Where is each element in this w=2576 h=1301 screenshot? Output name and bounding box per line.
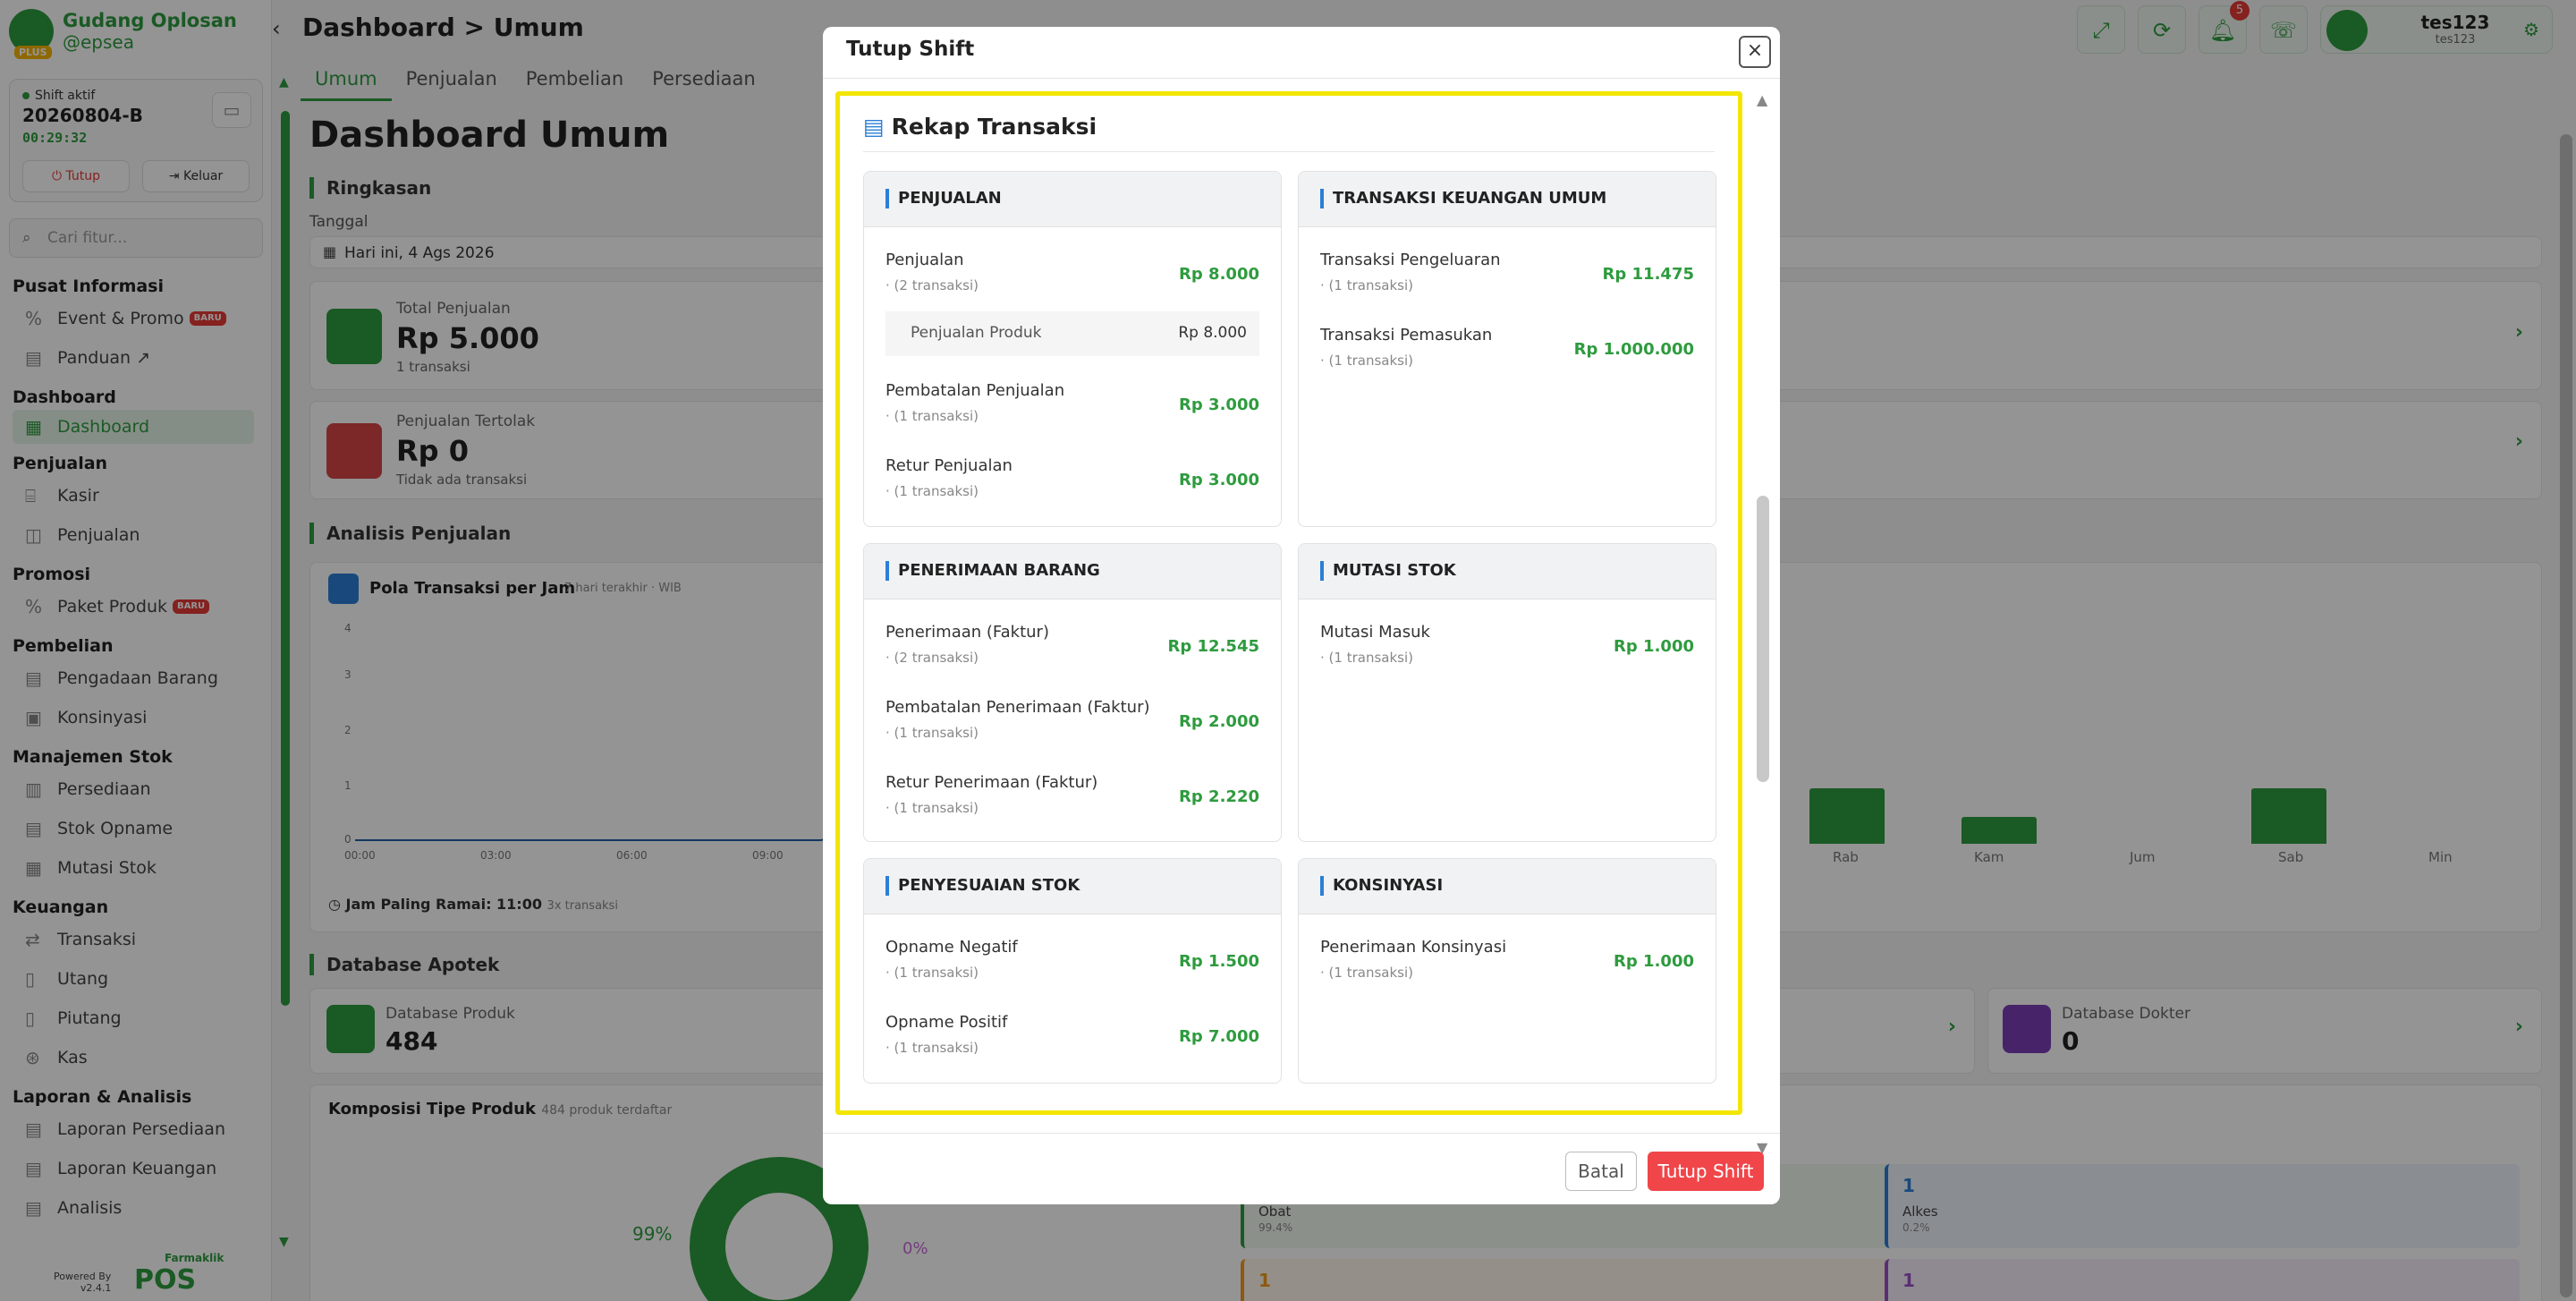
tutup-shift-modal: Tutup Shift × ▤ Rekap Transaksi PENJUALAN…	[823, 27, 1780, 1204]
modal-title: Tutup Shift	[846, 38, 975, 61]
close-icon[interactable]: ×	[1739, 36, 1771, 68]
tutup-shift-confirm-button[interactable]: Tutup Shift	[1648, 1152, 1764, 1191]
modal-header: Tutup Shift ×	[823, 27, 1780, 79]
card-mutasi-stok: MUTASI STOK Mutasi Masuk · (1 transaksi)…	[1298, 543, 1716, 842]
row-pembatalan-penjualan: Pembatalan Penjualan · (1 transaksi) Rp …	[886, 381, 1259, 424]
row-penjualan-produk: Penjualan Produk Rp 8.000	[886, 311, 1259, 356]
card-title: PENERIMAAN BARANG	[886, 561, 1100, 581]
modal-scroll-thumb[interactable]	[1757, 496, 1769, 782]
card-title: KONSINYASI	[1320, 876, 1443, 896]
row-retur-penerimaan: Retur Penerimaan (Faktur) · (1 transaksi…	[886, 773, 1259, 816]
card-penerimaan-barang: PENERIMAAN BARANG Penerimaan (Faktur) · …	[863, 543, 1282, 842]
receipt-icon: ▤	[863, 114, 885, 140]
card-title: TRANSAKSI KEUANGAN UMUM	[1320, 189, 1606, 208]
card-penyesuaian-stok: PENYESUAIAN STOK Opname Negatif · (1 tra…	[863, 858, 1282, 1084]
card-title: PENYESUAIAN STOK	[886, 876, 1080, 896]
row-pembatalan-penerimaan: Pembatalan Penerimaan (Faktur) · (1 tran…	[886, 698, 1259, 741]
card-konsinyasi: KONSINYASI Penerimaan Konsinyasi · (1 tr…	[1298, 858, 1716, 1084]
card-title: MUTASI STOK	[1320, 561, 1456, 581]
row-penjualan: Penjualan · (2 transaksi) Rp 8.000	[886, 251, 1259, 293]
card-title: PENJUALAN	[886, 189, 1002, 208]
divider	[863, 151, 1715, 152]
rekap-transaksi-panel: ▤ Rekap Transaksi PENJUALAN Penjualan · (…	[835, 91, 1742, 1115]
scroll-up-icon[interactable]: ▲	[1757, 91, 1767, 108]
row-mutasi-masuk: Mutasi Masuk · (1 transaksi) Rp 1.000	[1320, 623, 1694, 666]
modal-footer: Batal Tutup Shift	[823, 1133, 1780, 1204]
row-opname-positif: Opname Positif · (1 transaksi) Rp 7.000	[886, 1013, 1259, 1056]
row-retur-penjualan: Retur Penjualan · (1 transaksi) Rp 3.000	[886, 456, 1259, 499]
modal-scrollbar[interactable]: ▲ ▼	[1753, 91, 1773, 1156]
row-pengeluaran: Transaksi Pengeluaran · (1 transaksi) Rp…	[1320, 251, 1694, 293]
batal-button[interactable]: Batal	[1565, 1152, 1637, 1191]
card-penjualan: PENJUALAN Penjualan · (2 transaksi) Rp 8…	[863, 171, 1282, 527]
rekap-title: ▤ Rekap Transaksi	[863, 114, 1097, 140]
row-penerimaan-konsinyasi: Penerimaan Konsinyasi · (1 transaksi) Rp…	[1320, 938, 1694, 981]
card-keuangan-umum: TRANSAKSI KEUANGAN UMUM Transaksi Pengel…	[1298, 171, 1716, 527]
row-penerimaan-faktur: Penerimaan (Faktur) · (2 transaksi) Rp 1…	[886, 623, 1259, 666]
row-opname-negatif: Opname Negatif · (1 transaksi) Rp 1.500	[886, 938, 1259, 981]
row-pemasukan: Transaksi Pemasukan · (1 transaksi) Rp 1…	[1320, 326, 1694, 369]
